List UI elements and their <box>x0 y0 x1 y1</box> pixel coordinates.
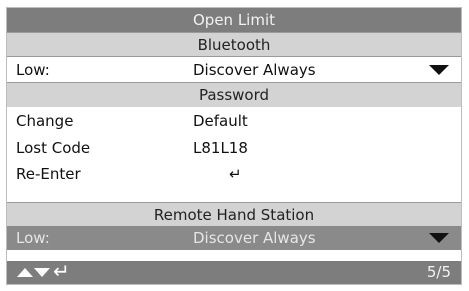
re-enter-label: Re-Enter <box>16 165 81 183</box>
bluetooth-low-label: Low: <box>16 61 50 79</box>
password-change-row[interactable]: Change Default <box>7 108 461 135</box>
remote-low-value: Discover Always <box>193 229 316 247</box>
bluetooth-low-value: Discover Always <box>193 61 316 79</box>
section-header-remote-hand-station: Remote Hand Station <box>7 202 461 226</box>
enter-icon[interactable]: ↵ <box>53 260 70 282</box>
device-screen: Open Limit Bluetooth Low: Discover Alway… <box>6 7 462 285</box>
page-indicator: 5/5 <box>426 263 451 281</box>
footer-bar: ↵ 5/5 <box>7 260 461 284</box>
dropdown-arrow-icon[interactable] <box>429 65 449 75</box>
lost-code-label: Lost Code <box>16 139 91 157</box>
up-arrow-icon[interactable] <box>17 268 33 277</box>
lost-code-value: L81L18 <box>193 139 248 157</box>
section-header-bluetooth: Bluetooth <box>7 32 461 56</box>
dropdown-arrow-icon[interactable] <box>429 233 449 243</box>
lost-code-row: Lost Code L81L18 <box>7 135 461 162</box>
remote-low-label: Low: <box>16 229 50 247</box>
password-change-value[interactable]: Default <box>193 108 248 135</box>
down-arrow-icon[interactable] <box>34 268 50 277</box>
re-enter-row[interactable]: Re-Enter ↵ <box>7 161 461 188</box>
section-header-password: Password <box>7 83 461 107</box>
enter-icon[interactable]: ↵ <box>229 161 242 188</box>
remote-discovery-select[interactable]: Low: Discover Always <box>7 226 461 250</box>
bluetooth-discovery-select[interactable]: Low: Discover Always <box>7 56 461 83</box>
password-change-label: Change <box>16 112 74 130</box>
page-title: Open Limit <box>7 8 461 32</box>
